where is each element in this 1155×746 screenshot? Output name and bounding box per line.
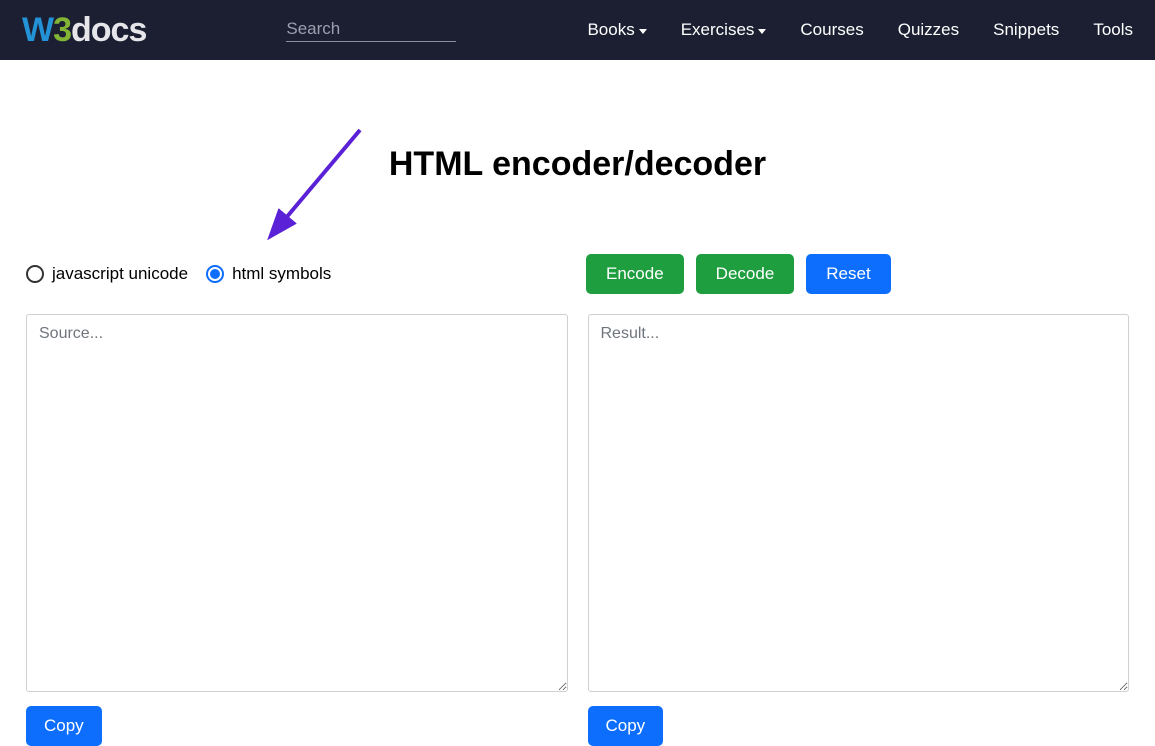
radio-js-unicode[interactable]: javascript unicode bbox=[26, 264, 188, 284]
radio-icon bbox=[206, 265, 224, 283]
source-textarea[interactable] bbox=[26, 314, 568, 692]
radio-group: javascript unicode html symbols bbox=[26, 264, 570, 284]
radio-label: html symbols bbox=[232, 264, 331, 284]
action-buttons: Encode Decode Reset bbox=[586, 254, 891, 294]
logo[interactable]: W3docs bbox=[22, 11, 146, 50]
controls-row: javascript unicode html symbols Encode D… bbox=[26, 254, 1129, 294]
page-title: HTML encoder/decoder bbox=[0, 145, 1155, 184]
chevron-down-icon bbox=[758, 29, 766, 34]
search-wrap bbox=[286, 19, 456, 42]
encode-button[interactable]: Encode bbox=[586, 254, 684, 294]
panes: Copy Copy bbox=[26, 314, 1129, 746]
logo-w: W bbox=[22, 11, 53, 50]
source-pane: Copy bbox=[26, 314, 568, 746]
logo-3: 3 bbox=[53, 11, 71, 50]
nav-link-tools[interactable]: Tools bbox=[1093, 20, 1133, 40]
copy-source-button[interactable]: Copy bbox=[26, 706, 102, 746]
result-textarea[interactable] bbox=[588, 314, 1130, 692]
navbar: W3docs Books Exercises Courses Quizzes S… bbox=[0, 0, 1155, 60]
nav-link-exercises[interactable]: Exercises bbox=[681, 20, 767, 40]
nav-link-label: Tools bbox=[1093, 20, 1133, 40]
nav-link-courses[interactable]: Courses bbox=[800, 20, 863, 40]
nav-link-books[interactable]: Books bbox=[587, 20, 646, 40]
nav-link-snippets[interactable]: Snippets bbox=[993, 20, 1059, 40]
nav-links: Books Exercises Courses Quizzes Snippets… bbox=[587, 20, 1133, 40]
decode-button[interactable]: Decode bbox=[696, 254, 795, 294]
chevron-down-icon bbox=[639, 29, 647, 34]
nav-link-label: Quizzes bbox=[898, 20, 959, 40]
result-pane: Copy bbox=[588, 314, 1130, 746]
nav-link-label: Books bbox=[587, 20, 634, 40]
radio-html-symbols[interactable]: html symbols bbox=[206, 264, 331, 284]
radio-icon bbox=[26, 265, 44, 283]
logo-docs: docs bbox=[71, 11, 146, 50]
copy-result-button[interactable]: Copy bbox=[588, 706, 664, 746]
radio-label: javascript unicode bbox=[52, 264, 188, 284]
reset-button[interactable]: Reset bbox=[806, 254, 890, 294]
nav-link-label: Exercises bbox=[681, 20, 755, 40]
nav-link-label: Courses bbox=[800, 20, 863, 40]
nav-link-quizzes[interactable]: Quizzes bbox=[898, 20, 959, 40]
nav-link-label: Snippets bbox=[993, 20, 1059, 40]
search-input[interactable] bbox=[286, 19, 456, 39]
